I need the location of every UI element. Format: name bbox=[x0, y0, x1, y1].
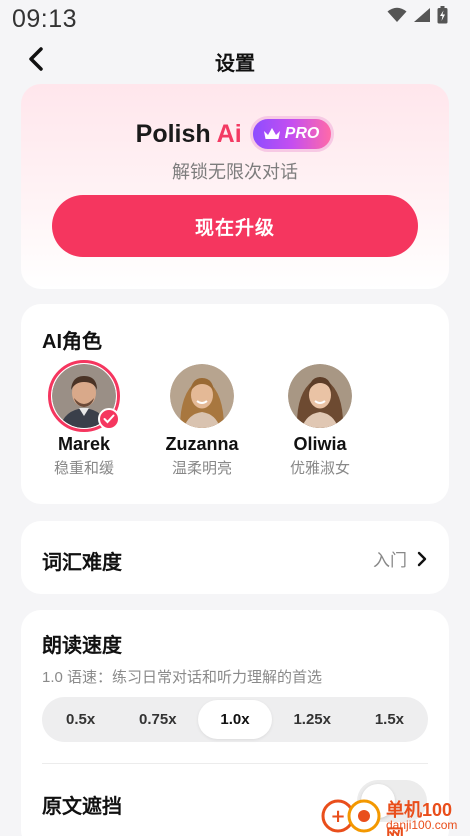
vocab-difficulty-row[interactable]: 词汇难度 入门 bbox=[21, 521, 449, 594]
role-desc: 温柔明亮 bbox=[171, 460, 232, 477]
top-nav: 设置 bbox=[0, 40, 470, 78]
upgrade-button[interactable]: 现在升级 bbox=[52, 195, 418, 257]
reading-speed-desc: 1.0 语速：练习日常对话和听力理解的首选 bbox=[42, 669, 323, 686]
page-title: 设置 bbox=[215, 53, 255, 75]
role-item-marek[interactable]: Marek 稳重和缓 bbox=[34, 360, 134, 478]
speed-option-0.75x[interactable]: 0.75x bbox=[121, 700, 194, 739]
vocab-difficulty-value: 入门 bbox=[373, 546, 427, 571]
speed-segmented-control: 0.5x 0.75x 1.0x 1.25x 1.5x bbox=[42, 697, 428, 742]
brand-name: Polish bbox=[135, 119, 211, 148]
speed-option-1.5x[interactable]: 1.5x bbox=[353, 700, 426, 739]
avatar bbox=[170, 364, 234, 428]
chevron-right-icon bbox=[417, 551, 427, 566]
avatar bbox=[48, 360, 120, 432]
wifi-icon bbox=[387, 7, 407, 22]
crown-icon bbox=[263, 128, 280, 139]
watermark: + 单机100网 danji100.com bbox=[320, 792, 470, 836]
status-time: 09:13 bbox=[12, 5, 78, 33]
brand-row: Polish Ai PRO bbox=[21, 116, 449, 152]
ai-role-title: AI角色 bbox=[42, 331, 102, 353]
watermark-logo: + bbox=[321, 799, 381, 833]
speed-option-1.0x[interactable]: 1.0x bbox=[198, 700, 272, 739]
divider bbox=[42, 763, 428, 764]
role-name: Marek bbox=[57, 434, 111, 454]
svg-text:+: + bbox=[330, 806, 345, 827]
pro-badge: PRO bbox=[249, 116, 335, 152]
role-name: Oliwia bbox=[293, 434, 347, 454]
avatar bbox=[288, 364, 352, 428]
speed-option-0.5x[interactable]: 0.5x bbox=[44, 700, 117, 739]
battery-icon bbox=[437, 6, 448, 24]
signal-icon bbox=[414, 8, 430, 22]
avatar-oliwia-image bbox=[288, 364, 352, 428]
promo-subtitle: 解锁无限次对话 bbox=[172, 162, 298, 182]
selected-check-icon bbox=[98, 408, 120, 430]
vocab-difficulty-level: 入门 bbox=[373, 551, 407, 570]
reading-speed-title: 朗读速度 bbox=[42, 635, 122, 657]
vocab-difficulty-label: 词汇难度 bbox=[42, 552, 122, 574]
pro-upgrade-card: Polish Ai PRO 解锁无限次对话 现在升级 bbox=[21, 84, 449, 289]
role-item-oliwia[interactable]: Oliwia 优雅淑女 bbox=[270, 364, 370, 478]
brand-ai: Ai bbox=[216, 119, 242, 148]
status-icons bbox=[387, 6, 448, 24]
pro-label: PRO bbox=[284, 125, 320, 142]
avatar-zuzanna-image bbox=[170, 364, 234, 428]
role-desc: 优雅淑女 bbox=[289, 460, 350, 477]
ai-role-card: AI角色 Marek 稳重和缓 Zuzanna 温柔明亮 Oliwia 优雅淑女 bbox=[21, 304, 449, 504]
text-mask-label: 原文遮挡 bbox=[42, 796, 122, 818]
brand-logo: Polish Ai bbox=[136, 120, 242, 149]
status-bar: 09:13 bbox=[0, 0, 470, 40]
role-desc: 稳重和缓 bbox=[53, 460, 114, 477]
speed-option-1.25x[interactable]: 1.25x bbox=[276, 700, 349, 739]
watermark-url: danji100.com bbox=[386, 818, 458, 832]
role-item-zuzanna[interactable]: Zuzanna 温柔明亮 bbox=[152, 364, 252, 478]
role-name: Zuzanna bbox=[165, 434, 239, 454]
